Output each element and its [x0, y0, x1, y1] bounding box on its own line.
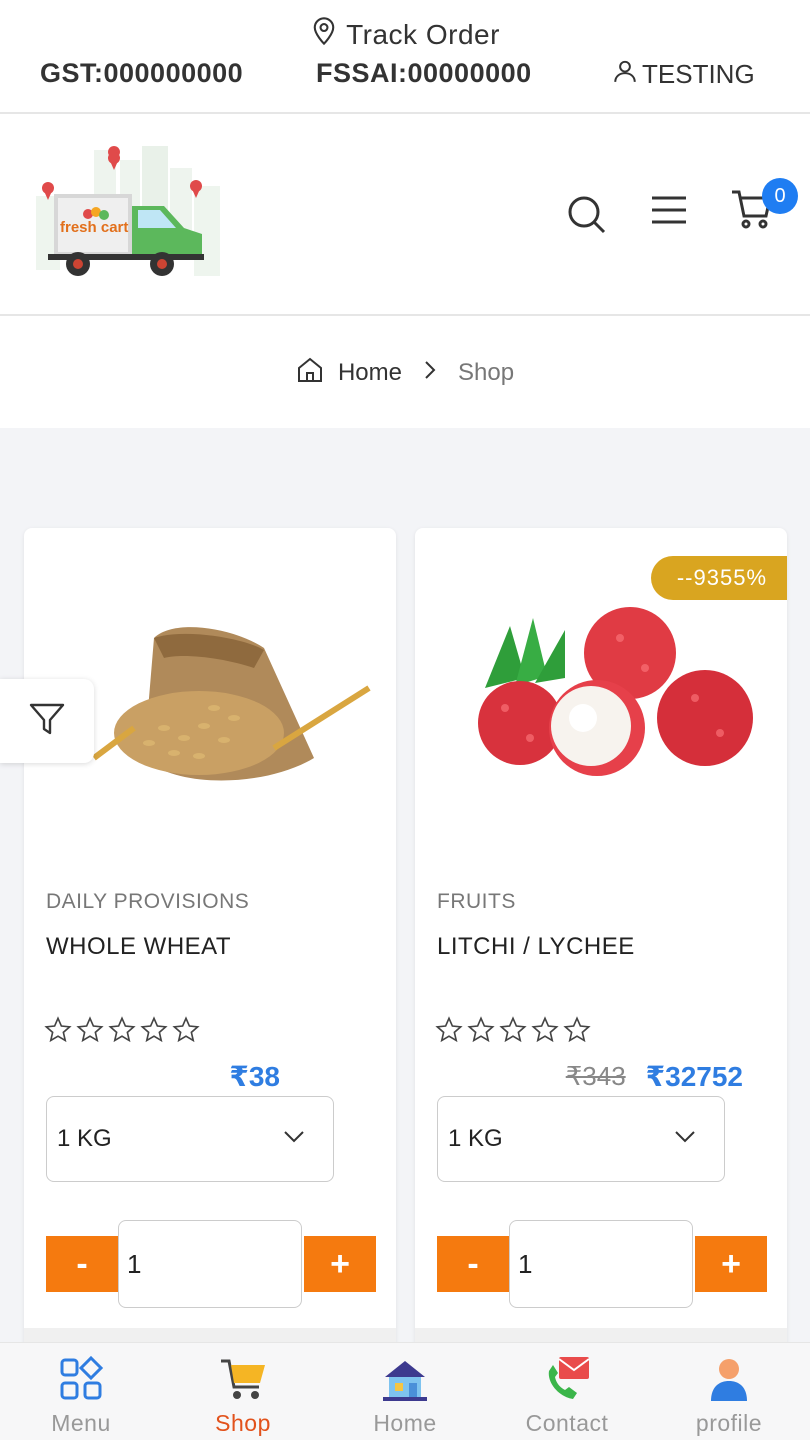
cart-count-badge: 0	[762, 178, 798, 214]
nav-home[interactable]: Home	[324, 1343, 486, 1440]
unit-select-value: 1 KG	[57, 1125, 112, 1152]
site-header: fresh cart	[0, 116, 810, 316]
track-order-link[interactable]: Track Order	[0, 16, 810, 53]
price-group: ₹38	[229, 1060, 280, 1093]
original-price: ₹343	[565, 1061, 626, 1091]
location-pin-icon	[310, 16, 338, 53]
product-price: ₹38	[229, 1061, 280, 1092]
nav-profile[interactable]: profile	[648, 1343, 810, 1440]
product-category: FRUITS	[437, 890, 516, 913]
unit-select[interactable]: 1 KG	[437, 1096, 725, 1182]
chevron-down-icon	[672, 1123, 698, 1156]
user-account-link[interactable]: TESTING	[612, 58, 755, 91]
track-order-label: Track Order	[346, 18, 500, 50]
unit-select[interactable]: 1 KG	[46, 1096, 334, 1182]
contact-icon	[543, 1355, 591, 1408]
star-outline-icon	[108, 1016, 136, 1049]
shop-page: Track Order GST:000000000 FSSAI:00000000…	[0, 0, 810, 1440]
chevron-down-icon	[281, 1123, 307, 1156]
nav-label: Contact	[525, 1410, 609, 1436]
star-outline-icon	[531, 1016, 559, 1049]
breadcrumb: Home Shop	[0, 318, 810, 428]
chevron-right-icon	[416, 356, 444, 391]
nav-contact[interactable]: Contact	[486, 1343, 648, 1440]
decrease-quantity-button[interactable]: -	[437, 1236, 509, 1292]
user-name: TESTING	[642, 59, 755, 89]
rating-stars	[435, 1016, 591, 1049]
decrease-quantity-button[interactable]: -	[46, 1236, 118, 1292]
nav-menu[interactable]: Menu	[0, 1343, 162, 1440]
profile-icon	[705, 1355, 753, 1408]
quantity-stepper: - 1 +	[437, 1220, 767, 1308]
star-outline-icon	[435, 1016, 463, 1049]
nav-shop[interactable]: Shop	[162, 1343, 324, 1440]
star-outline-icon	[499, 1016, 527, 1049]
product-name[interactable]: LITCHI / LYCHEE	[437, 933, 635, 961]
nav-label: Shop	[215, 1410, 271, 1436]
unit-select-value: 1 KG	[448, 1125, 503, 1152]
search-icon	[566, 196, 606, 238]
grid-icon	[57, 1355, 105, 1408]
star-outline-icon	[467, 1016, 495, 1049]
product-name[interactable]: WHOLE WHEAT	[46, 933, 231, 961]
product-card[interactable]: --9355% FRUITS LITCHI / LYCHEE ₹343 ₹327…	[415, 528, 787, 1358]
quantity-input[interactable]: 1	[509, 1220, 693, 1308]
hamburger-menu-button[interactable]	[650, 194, 688, 226]
filter-button[interactable]	[0, 679, 94, 763]
quantity-input[interactable]: 1	[118, 1220, 302, 1308]
breadcrumb-current: Shop	[457, 359, 515, 386]
user-icon	[612, 58, 638, 91]
logo-text: fresh cart	[60, 219, 128, 236]
fresh-cart-logo[interactable]: fresh cart	[34, 146, 224, 286]
nav-label: profile	[695, 1410, 763, 1436]
product-card[interactable]: DAILY PROVISIONS WHOLE WHEAT ₹38 1 KG - …	[24, 528, 396, 1358]
fssai-number: FSSAI:00000000	[316, 58, 532, 88]
gst-number: GST:000000000	[40, 58, 244, 88]
shopping-cart-icon	[730, 190, 774, 234]
bottom-navigation: Menu Shop Home Contact profile	[0, 1342, 810, 1440]
house-icon	[381, 1355, 429, 1408]
star-outline-icon	[563, 1016, 591, 1049]
star-outline-icon	[172, 1016, 200, 1049]
discount-badge: --9355%	[650, 556, 787, 600]
product-price: ₹32752	[645, 1061, 743, 1092]
star-outline-icon	[140, 1016, 168, 1049]
nav-label: Home	[373, 1410, 437, 1436]
increase-quantity-button[interactable]: +	[695, 1236, 767, 1292]
filter-icon	[27, 699, 67, 744]
quantity-stepper: - 1 +	[46, 1220, 376, 1308]
price-group: ₹343 ₹32752	[566, 1060, 743, 1093]
breadcrumb-home-link[interactable]: Home	[338, 359, 402, 387]
increase-quantity-button[interactable]: +	[304, 1236, 376, 1292]
star-outline-icon	[44, 1016, 72, 1049]
product-image-lychee[interactable]	[415, 558, 787, 878]
home-icon	[296, 356, 324, 391]
shopping-cart-icon	[219, 1355, 267, 1408]
rating-stars	[44, 1016, 200, 1049]
hamburger-icon	[650, 196, 688, 230]
star-outline-icon	[76, 1016, 104, 1049]
nav-label: Menu	[51, 1410, 111, 1436]
product-category: DAILY PROVISIONS	[46, 890, 250, 913]
search-button[interactable]	[566, 194, 606, 234]
top-info-bar: Track Order GST:000000000 FSSAI:00000000…	[0, 0, 810, 114]
